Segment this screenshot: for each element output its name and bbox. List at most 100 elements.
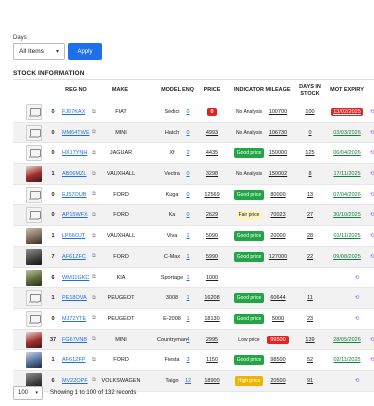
mot-expiry-date[interactable]: 06/04/2026 [333, 150, 361, 156]
vehicle-thumbnail[interactable] [26, 248, 42, 265]
mileage-link[interactable]: 150000 [269, 150, 287, 156]
sync-icon[interactable]: ⟲ [353, 268, 361, 288]
vehicle-thumbnail[interactable] [26, 290, 42, 307]
reg-link[interactable]: MV22OPF [62, 378, 88, 384]
vehicle-thumbnail[interactable] [26, 269, 42, 286]
table-row[interactable]: 0 MJ72YTE ⧉ PEUGEOT E-2008 1 18130 Good price 50… [13, 309, 374, 330]
sync-icon[interactable]: ⟲ [368, 143, 374, 163]
enquiries-link[interactable]: 0 [186, 212, 189, 218]
mot-expiry-date[interactable]: 13/02/2025 [331, 108, 363, 116]
reg-link[interactable]: LP66OJT [62, 233, 85, 239]
table-row[interactable]: 0 MM64TWE ⧉ MINI Hatch 0 4993 No Analysis 106730… [13, 122, 374, 144]
enquiries-link[interactable]: 12 [185, 378, 191, 384]
mot-expiry-date[interactable]: 09/08/2025 [333, 254, 361, 260]
days-in-stock-link[interactable]: 139 [305, 337, 314, 343]
price-link[interactable]: 4435 [206, 150, 218, 156]
price-link[interactable]: 1150 [206, 357, 218, 363]
mot-expiry-date[interactable]: 30/10/2025 [333, 212, 361, 218]
reg-link[interactable]: WM11GKC [62, 275, 89, 281]
mileage-link[interactable]: 60644 [270, 295, 285, 301]
mileage-link[interactable]: 150002 [269, 171, 287, 177]
price-badge[interactable]: 0 [207, 108, 217, 116]
price-link[interactable]: 18130 [204, 316, 219, 322]
days-in-stock-link[interactable]: 13 [307, 192, 313, 198]
col-price[interactable]: PRICE [197, 80, 227, 101]
enquiries-link[interactable]: 3 [186, 357, 189, 363]
table-row[interactable]: 1 AB06MZL ⧉ VAUXHALL Vectra 0 3298 No Analysis 1… [13, 164, 374, 185]
vehicle-thumbnail[interactable] [26, 207, 42, 224]
reg-link[interactable]: AP15WFX [62, 212, 88, 218]
price-link[interactable]: 1000 [206, 275, 218, 281]
sync-icon[interactable]: ⟲ [368, 205, 374, 225]
days-in-stock-link[interactable]: 23 [307, 316, 313, 322]
mileage-badge[interactable]: 99500 [267, 335, 289, 344]
mileage-link[interactable]: 20500 [270, 378, 285, 384]
table-row[interactable]: 1 PE18OVA ⧉ PEUGEOT 3008 1 16208 Good price 6064… [13, 288, 374, 309]
sync-icon[interactable]: ⟲ [368, 226, 374, 246]
reg-link[interactable]: PE18OVA [62, 295, 87, 301]
enquiries-link[interactable]: 1 [186, 233, 189, 239]
days-in-stock-link[interactable]: 11 [307, 295, 313, 301]
table-row[interactable]: 7 AF61ZFC ⧉ FORD C-Max 1 5990 Good price 127000 2… [13, 246, 374, 268]
enquiries-link[interactable]: 0 [186, 109, 189, 115]
price-link[interactable]: 3298 [206, 171, 218, 177]
reg-link[interactable]: FG67VNB [62, 337, 87, 343]
vehicle-thumbnail[interactable] [26, 124, 42, 141]
mileage-link[interactable]: 106730 [269, 130, 287, 136]
table-row[interactable]: 1 LP66OJT ⧉ VAUXHALL Viva 1 5090 Good price 2000… [13, 226, 374, 247]
days-in-stock-link[interactable]: 22 [307, 254, 313, 260]
mileage-link[interactable]: 20000 [270, 233, 285, 239]
reg-link[interactable]: AB06MZL [62, 171, 86, 177]
mileage-link[interactable]: 70023 [270, 212, 285, 218]
vehicle-thumbnail[interactable] [26, 331, 42, 348]
enquiries-link[interactable]: 0 [186, 171, 189, 177]
enquiries-link[interactable]: 1 [186, 295, 189, 301]
col-enq[interactable]: ENQ [181, 80, 195, 101]
vehicle-thumbnail[interactable] [26, 166, 42, 183]
vehicle-thumbnail[interactable] [26, 145, 42, 162]
mot-expiry-date[interactable]: 28/05/2026 [333, 337, 361, 343]
vehicle-thumbnail[interactable] [26, 352, 42, 369]
reg-link[interactable]: MM64TWE [62, 130, 90, 136]
apply-button[interactable]: Apply [68, 43, 102, 60]
days-in-stock-link[interactable]: 52 [307, 357, 313, 363]
days-in-stock-link[interactable]: 91 [307, 378, 313, 384]
mot-expiry-date[interactable]: 02/11/2025 [333, 357, 360, 363]
per-page-select[interactable]: 100 ▾ [13, 386, 43, 400]
days-in-stock-link[interactable]: 28 [307, 233, 313, 239]
mot-expiry-date[interactable]: 17/11/2025 [333, 171, 360, 177]
mileage-link[interactable]: 100700 [269, 109, 287, 115]
price-link[interactable]: 2629 [206, 212, 218, 218]
mot-expiry-date[interactable]: 07/04/2026 [333, 192, 361, 198]
reg-link[interactable]: HX17YNH [62, 150, 87, 156]
table-row[interactable]: 37 FG67VNB ⧉ MINI Countryman 4 2995 Low price 99… [13, 329, 374, 351]
price-link[interactable]: 18900 [204, 378, 219, 384]
enquiries-link[interactable]: 2 [186, 150, 189, 156]
days-in-stock-link[interactable]: 8 [308, 171, 311, 177]
price-link[interactable]: 16208 [204, 295, 219, 301]
price-link[interactable]: 12569 [204, 192, 219, 198]
reg-link[interactable]: AF61ZFC [62, 254, 86, 260]
mileage-link[interactable]: 98500 [270, 357, 285, 363]
table-row[interactable]: 0 EJ57OUB ⧉ FORD Kuga 0 12569 Good price 80000 13… [13, 185, 374, 206]
price-link[interactable]: 5990 [206, 254, 218, 260]
table-row[interactable]: 0 FJ07KAX ⧉ FIAT Sedici 0 0 No Analysis 100700 10… [13, 102, 374, 123]
mileage-link[interactable]: 80000 [270, 192, 285, 198]
enquiries-link[interactable]: 0 [186, 130, 189, 136]
mileage-link[interactable]: 5000 [272, 316, 284, 322]
days-in-stock-link[interactable]: 100 [305, 109, 314, 115]
mot-expiry-date[interactable]: 03/03/2026 [333, 130, 361, 136]
table-row[interactable]: 6 WM11GKC ⧉ KIA Sportage 1 1000 ⟲ [13, 268, 374, 289]
col-make[interactable]: MAKE [103, 80, 137, 101]
sync-icon[interactable]: ⟲ [368, 330, 374, 350]
sync-icon[interactable]: ⟲ [368, 102, 374, 122]
price-link[interactable]: 5090 [206, 233, 218, 239]
table-row[interactable]: 0 AP15WFX ⧉ FORD Ka 0 2629 Fair price 70023 27 30/… [13, 205, 374, 227]
table-row[interactable]: 0 HX17YNH ⧉ JAGUAR Xf 2 4435 Good price 150000 12… [13, 143, 374, 165]
mot-expiry-date[interactable]: 01/11/2025 [333, 233, 360, 239]
vehicle-thumbnail[interactable] [26, 186, 42, 203]
vehicle-thumbnail[interactable] [26, 228, 42, 245]
price-link[interactable]: 4993 [206, 130, 218, 136]
enquiries-link[interactable]: 4 [186, 337, 189, 343]
days-in-stock-link[interactable]: 27 [307, 212, 313, 218]
